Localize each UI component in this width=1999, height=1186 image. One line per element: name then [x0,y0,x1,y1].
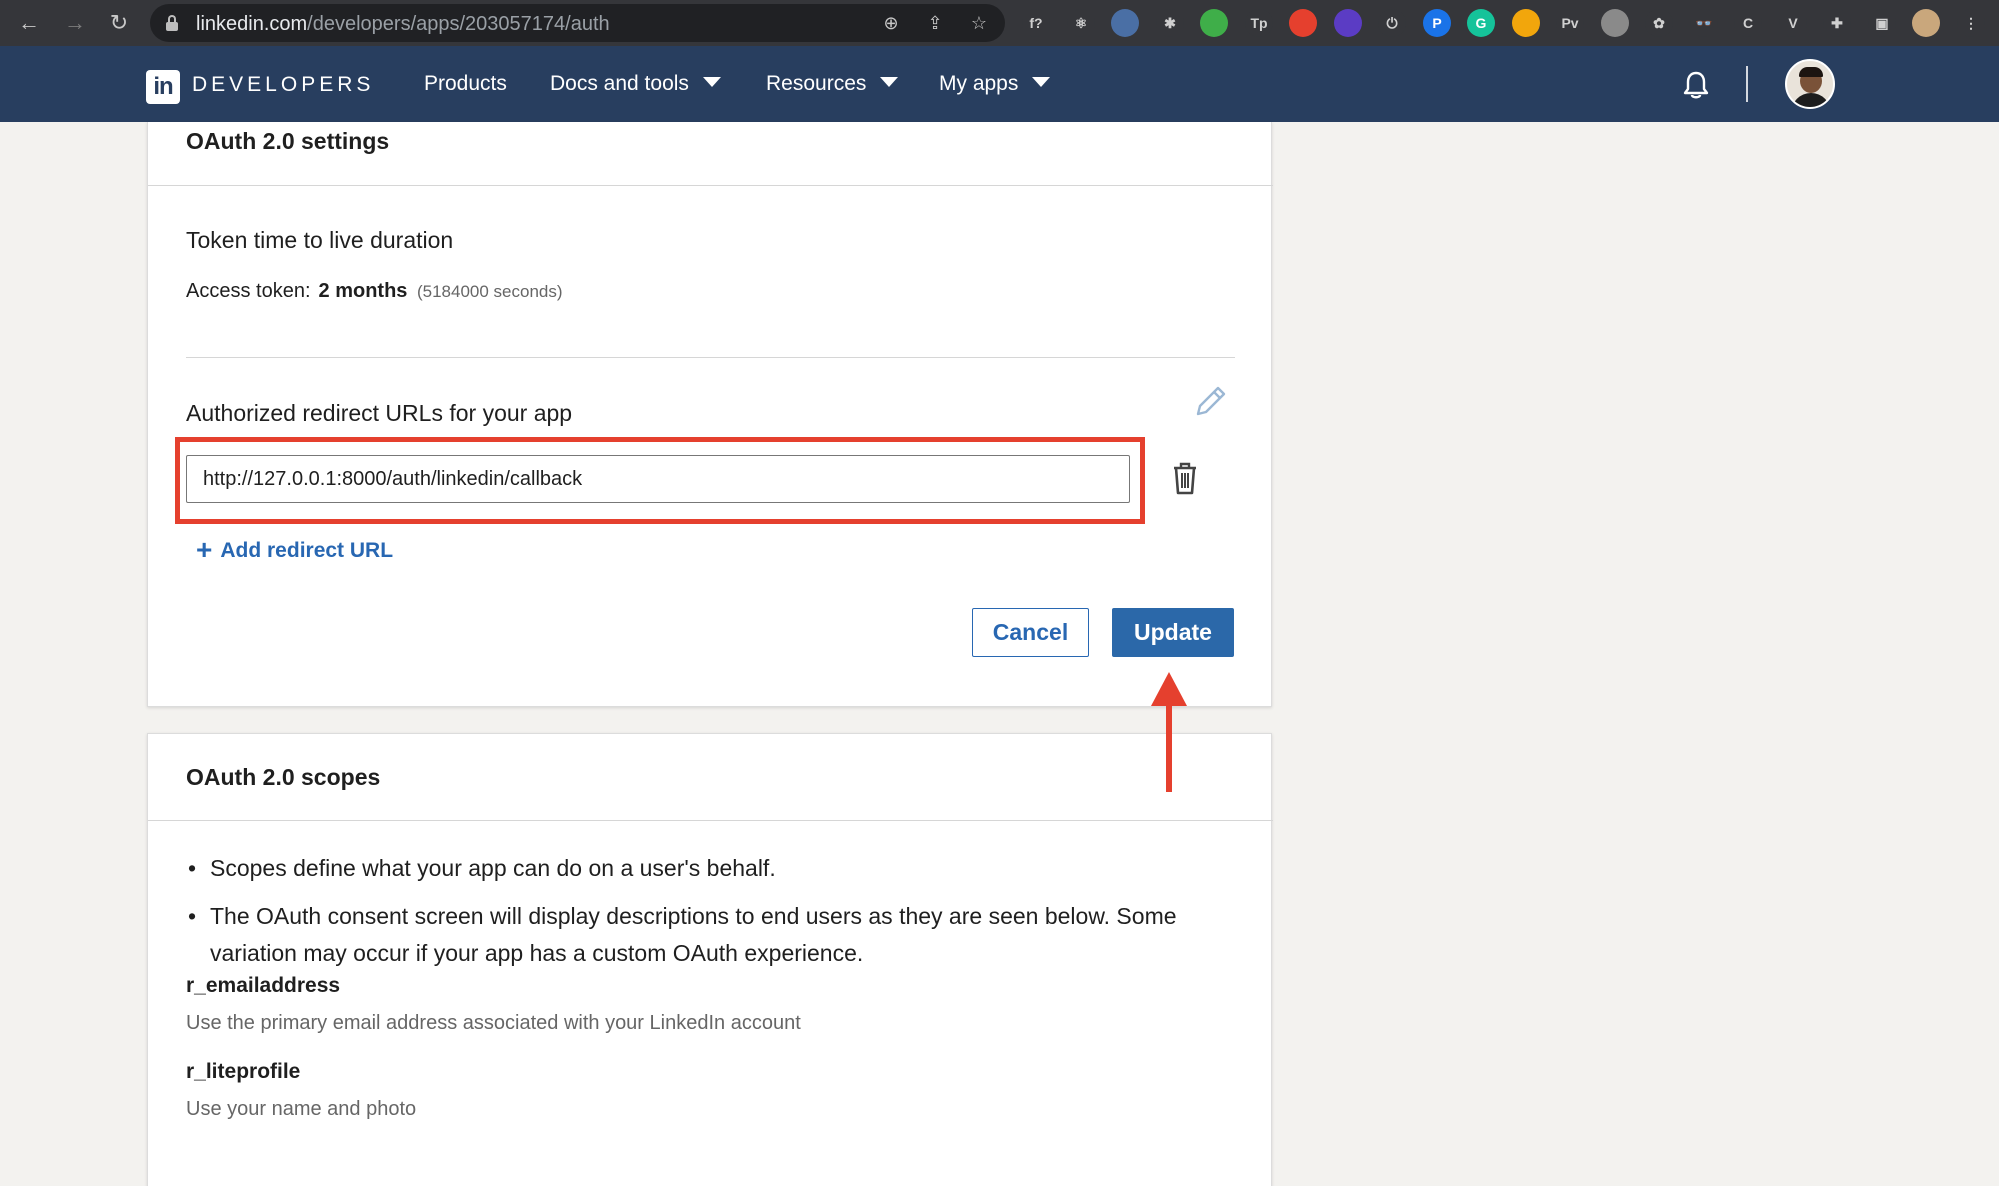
profile-icon[interactable] [1912,9,1940,37]
oauth-scopes-title: OAuth 2.0 scopes [186,764,381,790]
gear-ext-icon[interactable]: ✱ [1156,9,1184,37]
browser-toolbar: ← → ↻ linkedin.com/developers/apps/20305… [0,0,1999,46]
redirect-url-input[interactable] [186,455,1130,503]
scope-name: r_emailaddress [186,974,341,997]
address-url: linkedin.com/developers/apps/203057174/a… [196,13,610,35]
bookmark-star-icon[interactable]: ☆ [968,12,990,34]
nav-docs-label: Docs and tools [550,72,689,95]
cancel-button[interactable]: Cancel [972,608,1089,657]
developers-wordmark[interactable]: DEVELOPERS [192,73,374,97]
chevron-down-icon [702,77,721,88]
update-button[interactable]: Update [1112,608,1234,657]
access-token-row: Access token: 2 months (5184000 seconds) [186,280,563,303]
developers-header: in DEVELOPERS Products Docs and tools Re… [0,46,1999,122]
card-divider [148,820,1273,821]
lock-icon [166,15,178,31]
linkedin-logo-icon[interactable]: in [146,70,180,104]
token-ttl-heading: Token time to live duration [186,227,454,253]
c-ext-icon[interactable]: C [1734,9,1762,37]
trash-delete-icon[interactable] [1170,460,1200,496]
nav-docs-and-tools[interactable]: Docs and tools [550,72,721,96]
annotation-arrow-shaft [1166,702,1172,792]
back-arrow-icon[interactable]: ← [14,8,44,38]
scope-description: Use your name and photo [186,1098,417,1120]
tp-ext-icon[interactable]: Tp [1245,9,1273,37]
scopes-info-list: Scopes define what your app can do on a … [186,850,1246,983]
power-ext-icon[interactable]: ⏻ [1378,9,1406,37]
sidebar-icon[interactable]: ▣ [1868,9,1896,37]
section-divider [186,357,1235,358]
avatar[interactable] [1785,59,1835,109]
scope-description: Use the primary email address associated… [186,1012,801,1034]
react-devtools-icon[interactable]: ⚛ [1067,9,1095,37]
add-redirect-url-link[interactable]: + Add redirect URL [196,532,394,565]
p-ext-icon[interactable]: P [1423,9,1451,37]
list-item: Scopes define what your app can do on a … [186,850,1246,887]
oauth-settings-title: OAuth 2.0 settings [186,128,390,154]
annotation-arrow-head [1151,672,1187,706]
oauth-settings-card: OAuth 2.0 settings Token time to live du… [147,122,1273,707]
v-ext-icon[interactable]: V [1779,9,1807,37]
address-bar[interactable]: linkedin.com/developers/apps/203057174/a… [150,4,1005,42]
pencil-edit-icon[interactable] [1192,384,1228,420]
share-icon[interactable]: ⇪ [924,12,946,34]
page-content: OAuth 2.0 settings Token time to live du… [0,122,1999,1186]
nav-resources[interactable]: Resources [766,72,899,96]
font-ext-icon[interactable]: f? [1022,9,1050,37]
nav-my-apps[interactable]: My apps [939,72,1051,96]
access-token-label: Access token: [186,280,311,302]
chevron-down-icon [1032,77,1051,88]
add-redirect-url-label: Add redirect URL [220,539,394,562]
card-divider [148,185,1273,186]
grammarly-ext-icon[interactable]: G [1467,9,1495,37]
plus-icon: + [196,534,213,565]
nav-resources-label: Resources [766,72,867,95]
nav-products-label: Products [424,72,507,95]
chrome-ext-icon[interactable] [1512,9,1540,37]
gray-dot-ext-icon[interactable] [1601,9,1629,37]
scope-name: r_liteprofile [186,1060,301,1083]
access-token-value: 2 months [318,280,408,302]
redirect-urls-heading: Authorized redirect URLs for your app [186,400,573,426]
oauth-scopes-card: OAuth 2.0 scopes Scopes define what your… [147,733,1273,1186]
nav-products[interactable]: Products [424,72,507,96]
header-divider [1746,66,1748,102]
leaf-ext-icon[interactable] [1200,9,1228,37]
pv-ext-icon[interactable]: Pv [1556,9,1584,37]
list-item: The OAuth consent screen will display de… [186,898,1246,972]
access-token-seconds: (5184000 seconds) [416,282,563,301]
reload-icon[interactable]: ↻ [104,8,134,38]
layers-ext-icon[interactable] [1334,9,1362,37]
circle-ext-icon[interactable] [1111,9,1139,37]
puzzle-icon[interactable]: ✚ [1823,9,1851,37]
forward-arrow-icon[interactable]: → [60,8,90,38]
color-wheel-ext-icon[interactable] [1289,9,1317,37]
openai-ext-icon[interactable]: ✿ [1645,9,1673,37]
chevron-down-icon [880,77,899,88]
glasses-ext-icon[interactable]: 👓 [1690,9,1718,37]
zoom-icon[interactable]: ⊕ [880,12,902,34]
nav-my-apps-label: My apps [939,72,1019,95]
notification-bell-icon[interactable] [1682,70,1710,100]
kebab-menu-icon[interactable]: ⋮ [1957,9,1985,37]
